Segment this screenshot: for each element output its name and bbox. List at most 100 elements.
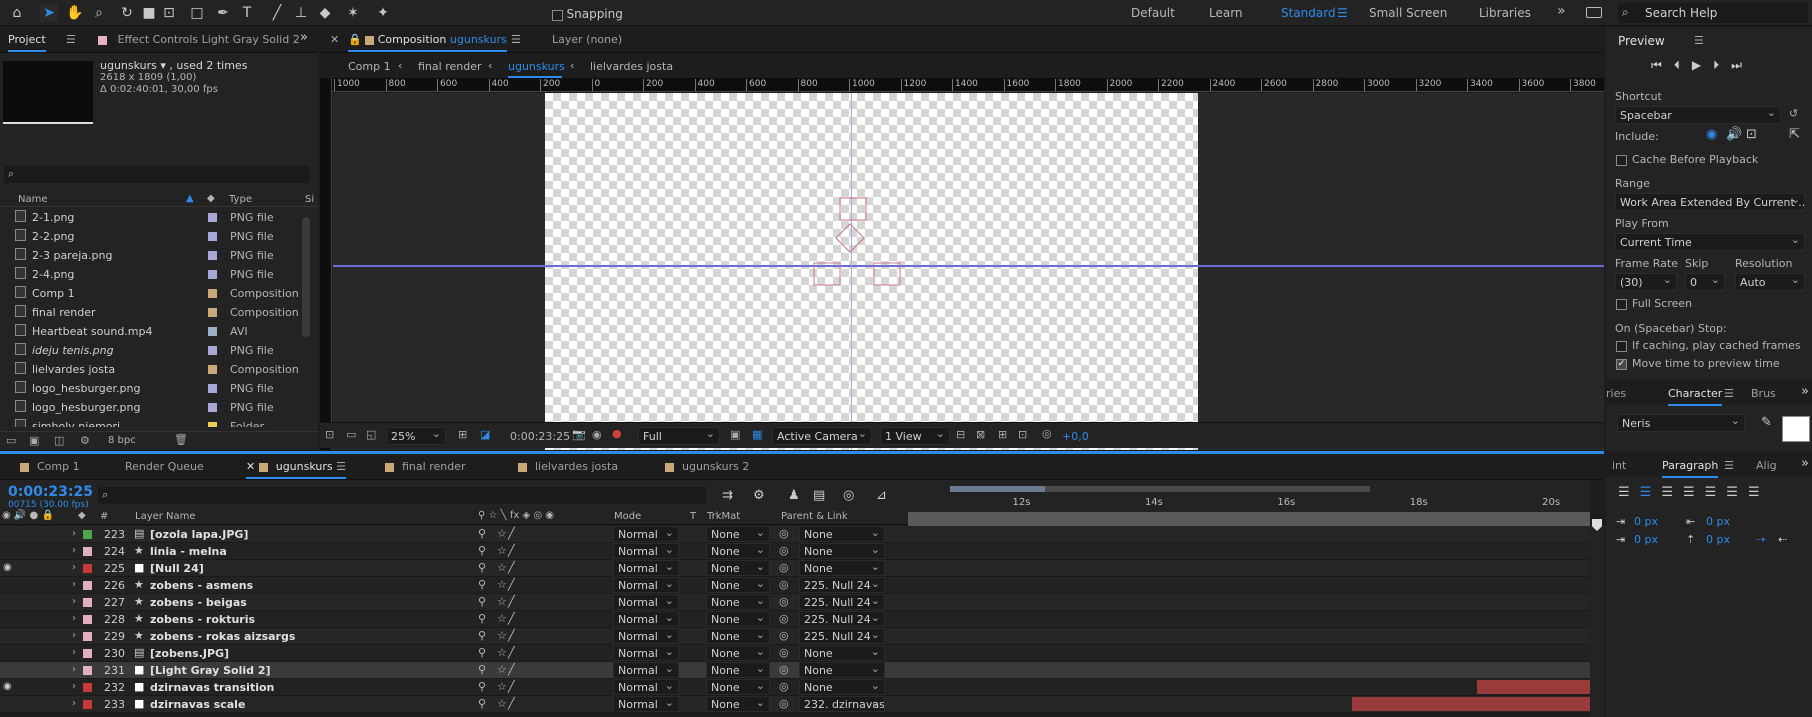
layer-name[interactable]: zobens - beigas — [150, 596, 247, 609]
transparency-grid-icon[interactable]: ▦ — [752, 428, 762, 441]
work-area-band[interactable] — [908, 512, 1590, 526]
layer-mode-dropdown[interactable]: Normal — [613, 543, 679, 559]
horizontal-guide[interactable] — [333, 265, 1604, 267]
next-frame-icon[interactable]: ⏵ — [1713, 58, 1731, 72]
close-tab-icon[interactable]: ✕ — [246, 460, 259, 473]
layer-label-swatch[interactable] — [83, 530, 92, 539]
layer-label-swatch[interactable] — [83, 547, 92, 556]
tab-paint[interactable]: int — [1612, 459, 1626, 472]
draft-3d-icon[interactable]: ⚙ — [753, 488, 765, 503]
search-help-field[interactable]: ⌕ Search Help — [1618, 3, 1808, 23]
label-swatch[interactable] — [208, 346, 217, 355]
project-item[interactable]: logo_hesburger.png PNG file — [0, 399, 300, 416]
motion-blur-icon[interactable]: ◎ — [843, 488, 854, 503]
collapse-switch-icon[interactable]: ☆ — [497, 544, 507, 557]
trkmat-dropdown[interactable]: None — [706, 577, 770, 593]
project-item[interactable]: final render Composition — [0, 304, 300, 321]
layer-mode-dropdown[interactable]: Normal — [613, 645, 679, 661]
layer-mode-dropdown[interactable]: Normal — [613, 560, 679, 576]
full-screen-checkbox[interactable] — [1616, 299, 1627, 310]
graph-editor-icon[interactable]: ⊿ — [876, 488, 887, 503]
brush-tool-icon[interactable]: ╱ — [268, 4, 286, 22]
workspace-default[interactable]: Default — [1131, 6, 1175, 20]
project-item[interactable]: 2-2.png PNG file — [0, 228, 300, 245]
region-icon[interactable]: ◱ — [366, 428, 376, 441]
frame-rate-dropdown[interactable]: (30) — [1615, 273, 1677, 291]
rtl-direction-icon[interactable]: ⇠ — [1778, 533, 1787, 546]
zoom-dropdown[interactable]: 25% — [386, 427, 446, 445]
tab-align[interactable]: Alig — [1756, 459, 1777, 472]
visibility-eye-icon[interactable]: ◉ — [3, 681, 12, 692]
timeline-tab[interactable]: ugunskurs 2 — [665, 460, 749, 473]
trkmat-dropdown[interactable]: None — [706, 628, 770, 644]
layer-mode-dropdown[interactable]: Normal — [613, 577, 679, 593]
column-trkmat[interactable]: TrkMat — [707, 511, 740, 522]
justify-left-icon[interactable]: ☰ — [1683, 485, 1705, 500]
collapse-switch-icon[interactable]: ☆ — [497, 663, 507, 676]
last-frame-icon[interactable]: ⏭ — [1731, 58, 1754, 72]
layer-outlines[interactable] — [773, 193, 933, 303]
layer-duration-bar[interactable] — [1351, 697, 1590, 711]
label-swatch[interactable] — [208, 384, 217, 393]
layer-name[interactable]: [ozola lapa.JPG] — [150, 528, 248, 541]
include-audio-icon[interactable]: 🔊 — [1726, 127, 1742, 142]
roto-brush-icon[interactable]: ✶ — [344, 4, 362, 22]
layer-name[interactable]: zobens - rokas aizsargs — [150, 630, 295, 643]
parent-dropdown[interactable]: None — [799, 526, 885, 542]
include-overlays-icon[interactable]: ⊡ — [1746, 127, 1757, 142]
tab-effect-controls[interactable]: Effect Controls Light Gray Solid 2 — [98, 33, 300, 46]
layer-label-swatch[interactable] — [83, 649, 92, 658]
layer-mode-dropdown[interactable]: Normal — [613, 611, 679, 627]
home-icon[interactable]: ⌂ — [8, 4, 26, 22]
label-swatch[interactable] — [208, 270, 217, 279]
flowchart-icon[interactable]: ⊡ — [1018, 428, 1027, 441]
collapse-switch-icon[interactable]: ☆ — [497, 561, 507, 574]
layer-name[interactable]: zobens - rokturis — [150, 613, 255, 626]
shy-switch-icon[interactable]: ⚲ — [478, 561, 486, 574]
trkmat-dropdown[interactable]: None — [706, 543, 770, 559]
quality-switch-icon[interactable]: ╱ — [508, 646, 515, 659]
project-item[interactable]: simboly niemori Folder — [0, 418, 300, 427]
trkmat-dropdown[interactable]: None — [706, 526, 770, 542]
project-item[interactable]: Comp 1 Composition — [0, 285, 300, 302]
shy-switch-icon[interactable]: ⚲ — [478, 646, 486, 659]
frame-blending-icon[interactable]: ▤ — [813, 488, 825, 503]
roi-icon[interactable]: ▣ — [730, 428, 740, 441]
column-number[interactable]: # — [100, 511, 108, 522]
layer-name[interactable]: dzirnavas transition — [150, 681, 274, 694]
layer-row[interactable]: ◉ › 232 ■ dzirnavas transition ⚲ ☆╱ Normal None ◎… — [0, 679, 1590, 696]
cache-checkbox[interactable] — [1616, 155, 1627, 166]
layer-mode-dropdown[interactable]: Normal — [613, 696, 679, 712]
layer-row[interactable]: › 229 ★ zobens - rokas aizsargs ⚲ ☆╱ Normal Non… — [0, 628, 1590, 645]
layer-label-swatch[interactable] — [83, 598, 92, 607]
resolution-dropdown[interactable]: Full — [638, 427, 720, 445]
tab-layer[interactable]: Layer (none) — [552, 33, 622, 46]
pickwhip-icon[interactable]: ◎ — [779, 527, 789, 540]
label-swatch[interactable] — [208, 213, 217, 222]
shy-switch-icon[interactable]: ⚲ — [478, 697, 486, 710]
column-mode[interactable]: Mode — [614, 511, 641, 522]
project-item[interactable]: 2-3 pareja.png PNG file — [0, 247, 300, 264]
layer-duration-bar[interactable] — [1477, 680, 1590, 694]
collapse-switch-icon[interactable]: ☆ — [497, 527, 507, 540]
tab-project[interactable]: Project — [8, 33, 46, 52]
indent-left-value[interactable]: 0 px — [1634, 515, 1658, 528]
timeline-tab[interactable]: final render — [385, 460, 466, 473]
sort-ascending-icon[interactable]: ▲ — [186, 193, 194, 204]
timeline-tab[interactable]: ✕ ugunskurs ☰ — [246, 460, 346, 479]
shy-switch-icon[interactable]: ⚲ — [478, 595, 486, 608]
fit-icon[interactable]: ⊞ — [458, 428, 467, 441]
pickwhip-icon[interactable]: ◎ — [779, 578, 789, 591]
expand-layer-icon[interactable]: › — [72, 664, 76, 675]
label-swatch[interactable] — [208, 422, 217, 427]
panel-menu-icon[interactable]: ☰ — [1694, 34, 1704, 47]
label-swatch[interactable] — [208, 232, 217, 241]
layer-name[interactable]: linia - melna — [150, 545, 227, 558]
monitor-icon[interactable]: ▭ — [346, 428, 356, 441]
quality-switch-icon[interactable]: ╱ — [508, 612, 515, 625]
collapse-switch-icon[interactable]: ☆ — [497, 578, 507, 591]
layer-row[interactable]: › 231 ■ [Light Gray Solid 2] ⚲ ☆╱ Normal None ◎ N… — [0, 662, 1590, 679]
trkmat-dropdown[interactable]: None — [706, 560, 770, 576]
pickwhip-icon[interactable]: ◎ — [779, 646, 789, 659]
pickwhip-icon[interactable]: ◎ — [779, 612, 789, 625]
